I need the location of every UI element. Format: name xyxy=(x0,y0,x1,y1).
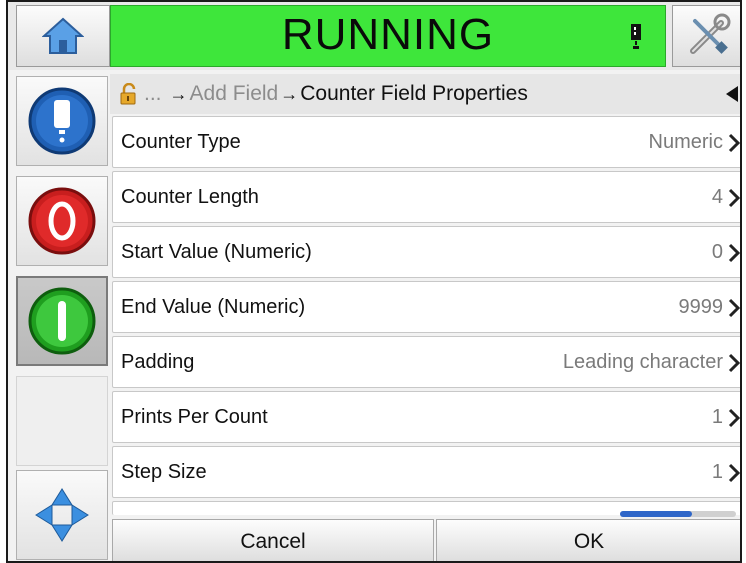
tools-button[interactable] xyxy=(672,5,740,67)
empty-slot xyxy=(16,376,108,466)
navigation-arrows-icon xyxy=(35,488,89,542)
navigation-button[interactable] xyxy=(16,470,108,560)
row-label: Start Value (Numeric) xyxy=(121,241,312,263)
stop-icon xyxy=(28,187,96,255)
printhead-icon xyxy=(28,87,96,155)
row-value: Numeric xyxy=(648,131,723,153)
row-value: 4 xyxy=(711,186,723,208)
breadcrumb-current: Counter Field Properties xyxy=(300,82,528,105)
row-value: 1 xyxy=(711,406,723,428)
breadcrumb: ... → Add Field → Counter Field Properti… xyxy=(110,74,740,114)
chevron-right-icon xyxy=(728,353,740,373)
chevron-right-icon xyxy=(728,408,740,428)
start-button[interactable] xyxy=(16,276,108,366)
row-label: Counter Length xyxy=(121,186,259,208)
counter-length-row[interactable]: Counter Length 4 xyxy=(112,171,740,223)
chevron-right-icon xyxy=(728,463,740,483)
status-text: RUNNING xyxy=(281,10,495,59)
top-bar: RUNNING xyxy=(8,2,740,70)
cancel-button[interactable]: Cancel xyxy=(112,519,434,561)
row-value: 1 xyxy=(711,461,723,483)
step-size-row[interactable]: Step Size 1 xyxy=(112,446,740,498)
bottom-bar: Cancel OK xyxy=(110,517,740,561)
ok-button[interactable]: OK xyxy=(436,519,740,561)
row-value: 0 xyxy=(711,241,723,263)
row-label: Prints Per Count xyxy=(121,406,268,428)
home-button[interactable] xyxy=(16,5,110,67)
breadcrumb-separator: → xyxy=(169,83,188,104)
printer-status-banner[interactable]: RUNNING xyxy=(110,5,666,67)
prints-per-count-row[interactable]: Prints Per Count 1 xyxy=(112,391,740,443)
tools-icon xyxy=(690,13,731,54)
row-label: End Value (Numeric) xyxy=(121,296,306,318)
back-arrow-icon[interactable] xyxy=(726,86,738,102)
printhead-status-button[interactable] xyxy=(16,76,108,166)
stop-button[interactable] xyxy=(16,176,108,266)
counter-type-row[interactable]: Counter Type Numeric xyxy=(112,116,740,168)
chevron-right-icon xyxy=(728,133,740,153)
row-label: Counter Type xyxy=(121,131,241,153)
properties-panel: ... → Add Field → Counter Field Properti… xyxy=(110,74,740,561)
chevron-right-icon xyxy=(728,298,740,318)
printhead-icon xyxy=(631,24,641,49)
end-value-row[interactable]: End Value (Numeric) 9999 xyxy=(112,281,740,333)
home-icon xyxy=(42,17,84,54)
padlock-icon[interactable] xyxy=(120,83,138,105)
row-label: Step Size xyxy=(121,461,207,483)
start-value-row[interactable]: Start Value (Numeric) 0 xyxy=(112,226,740,278)
row-label: Padding xyxy=(121,351,195,373)
chevron-right-icon xyxy=(728,243,740,263)
row-value: 9999 xyxy=(678,296,724,318)
hmi-screen: RUNNING ... → Add Field → Counter Field … xyxy=(6,0,742,563)
start-icon xyxy=(28,287,96,355)
breadcrumb-separator: → xyxy=(280,83,299,104)
padding-row[interactable]: Padding Leading character xyxy=(112,336,740,388)
breadcrumb-add-field[interactable]: Add Field xyxy=(190,82,279,106)
chevron-right-icon xyxy=(728,188,740,208)
breadcrumb-ellipsis[interactable]: ... xyxy=(144,82,162,106)
left-toolbar xyxy=(8,74,108,561)
row-value: Leading character xyxy=(562,351,723,373)
